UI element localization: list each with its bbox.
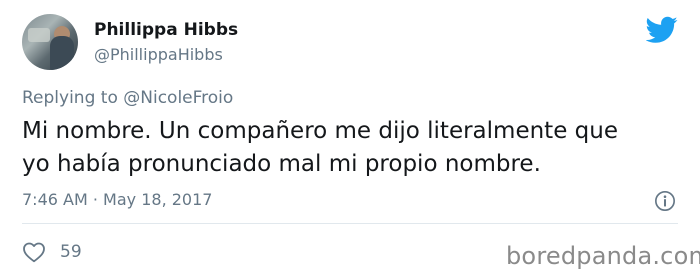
tweet-date: May 18, 2017 [103,190,213,209]
info-icon[interactable] [654,190,676,212]
author-handle[interactable]: @PhillippaHibbs [94,45,223,64]
timestamp-separator: · [92,190,98,209]
watermark: boredpanda.com [506,242,700,270]
tweet-timestamp[interactable]: 7:46 AM · May 18, 2017 [22,190,212,209]
tweet-text-line: Mi nombre. Un compañero me dijo literalm… [22,118,618,144]
avatar[interactable] [22,14,78,70]
author-name[interactable]: Phillippa Hibbs [94,20,238,40]
tweet-text-line: yo había pronunciado mal mi propio nombr… [22,151,541,177]
like-count: 59 [60,242,82,262]
tweet-card: Phillippa Hibbs @PhillippaHibbs Replying… [0,0,700,280]
tweet-text: Mi nombre. Un compañero me dijo literalm… [22,115,682,181]
replying-to-label: Replying to [22,88,118,108]
reply-mention-link[interactable]: @NicoleFroio [123,88,233,108]
avatar-detail [50,36,74,70]
heart-icon[interactable] [22,241,46,263]
avatar-detail [28,28,50,42]
twitter-bird-icon[interactable] [646,16,678,44]
divider [22,223,678,224]
replying-to: Replying to @NicoleFroio [22,88,233,108]
tweet-time: 7:46 AM [22,190,88,209]
